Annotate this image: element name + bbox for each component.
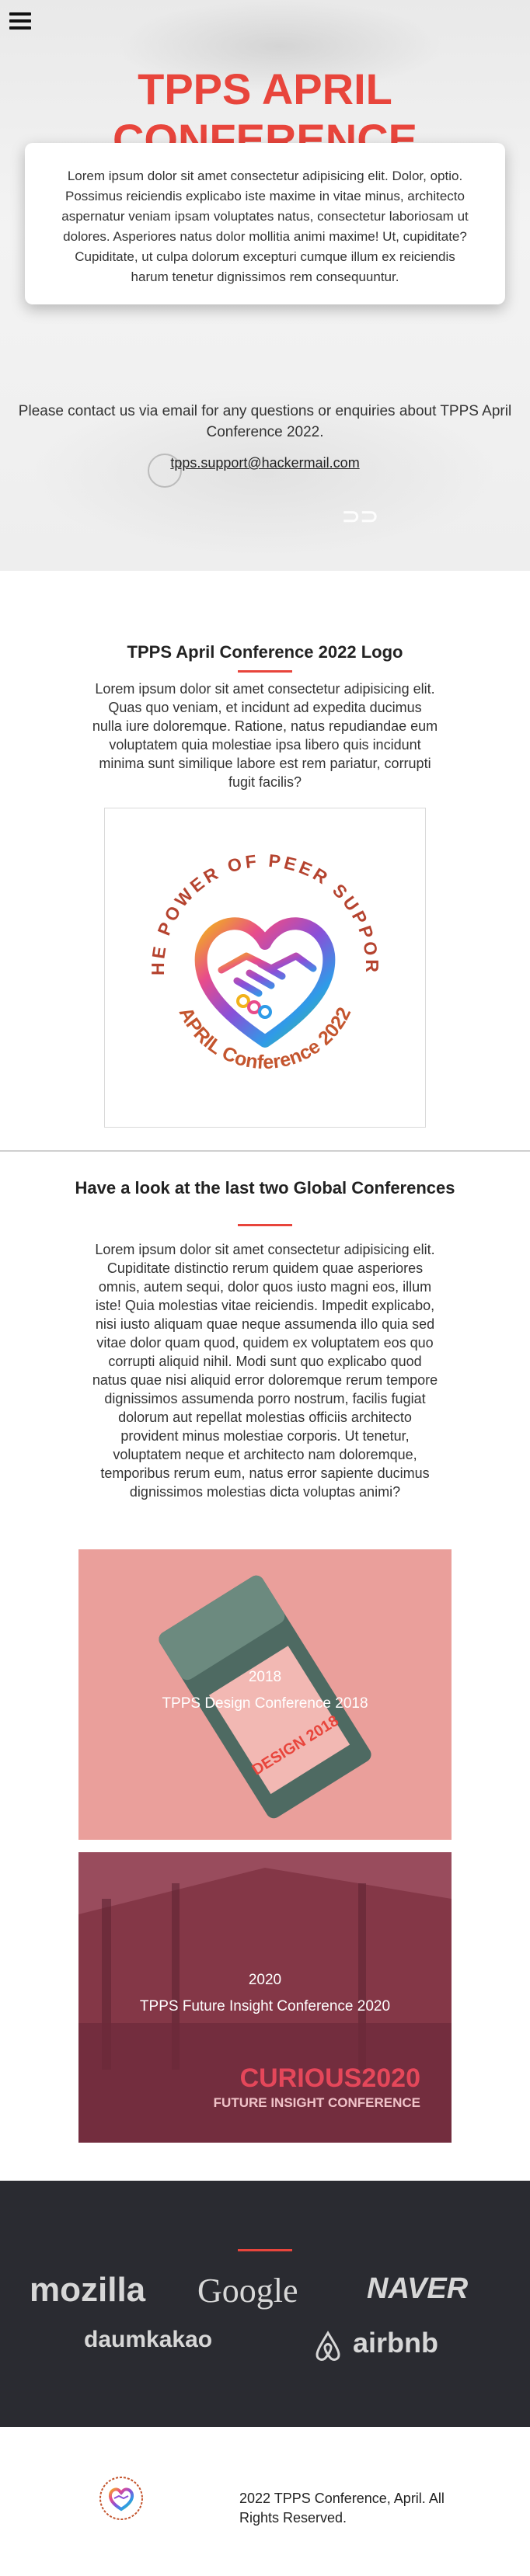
handshake-icon: [218, 952, 317, 997]
partner-logo-google: Google: [197, 2272, 298, 2310]
logo-section: TPPS April Conference 2022 Logo Lorem ip…: [0, 571, 530, 1152]
contact-email-link[interactable]: tpps.support@hackermail.com: [0, 455, 530, 471]
footer-logo-icon: [99, 2477, 143, 2520]
decorative-quote-icon: ⊃⊃: [342, 504, 378, 528]
title-underline: [238, 1224, 292, 1226]
partner-logo-naver: NAVER: [367, 2272, 469, 2305]
partner-logo-mozilla: mozilla: [30, 2271, 146, 2309]
contact-text: Please contact us via email for any ques…: [18, 403, 512, 440]
conference-2018-poster-image: DESIGN 2018: [78, 1549, 452, 1840]
conference-year: 2020: [248, 1972, 282, 1988]
conference-logo-image: THE POWER OF PEER SUPPORT APRIL Conferen…: [98, 792, 382, 1073]
partner-logo-airbnb: airbnb: [353, 2327, 439, 2359]
conference-name: TPPS Future Insight Conference 2020: [139, 1998, 391, 2015]
conferences-text: Lorem ipsum dolor sit amet consectetur a…: [92, 1242, 438, 1500]
airbnb-icon: [312, 2330, 343, 2366]
conference-card-2020[interactable]: CURIOUS2020 FUTURE INSIGHT CONFERENCE 20…: [78, 1852, 452, 2143]
logo-arc-top-text: THE POWER OF PEER SUPPORT: [98, 792, 379, 975]
conference-name: TPPS Design Conference 2018: [162, 1695, 368, 1712]
poster-2020-subtitle: FUTURE INSIGHT CONFERENCE: [214, 2095, 420, 2110]
logo-section-title: TPPS April Conference 2022 Logo: [127, 642, 403, 662]
conference-year: 2018: [248, 1669, 282, 1685]
logo-section-text: Lorem ipsum dolor sit amet consectetur a…: [92, 681, 438, 790]
intro-text: Lorem ipsum dolor sit amet consectetur a…: [61, 169, 469, 284]
title-underline: [238, 670, 292, 673]
hero-section: TPPS APRIL CONFERENCE Lorem ipsum dolor …: [0, 0, 530, 571]
conference-card-2018[interactable]: DESIGN 2018 2018 TPPS Design Conference …: [78, 1549, 452, 1840]
svg-text:THE POWER OF PEER SUPPORT: THE POWER OF PEER SUPPORT: [105, 808, 382, 975]
conferences-title: Have a look at the last two Global Confe…: [75, 1178, 455, 1198]
partner-logo-daumkakao: daumkakao: [84, 2327, 213, 2352]
conference-logo-frame: THE POWER OF PEER SUPPORT APRIL Conferen…: [98, 792, 426, 1128]
poster-2020-title: CURIOUS2020: [240, 2063, 420, 2093]
title-underline: [238, 2249, 292, 2251]
conference-2020-photo-image: CURIOUS2020 FUTURE INSIGHT CONFERENCE: [78, 1852, 452, 2143]
partners-section: mozilla Google NAVER daumkakao airbnb: [0, 2181, 530, 2427]
copyright-text: 2022 TPPS Conference, April. All Rights …: [239, 2491, 445, 2526]
intro-card: Lorem ipsum dolor sit amet consectetur a…: [25, 143, 505, 304]
hamburger-menu-icon[interactable]: [9, 12, 31, 30]
footer: 2022 TPPS Conference, April. All Rights …: [0, 2427, 530, 2576]
conferences-section: Have a look at the last two Global Confe…: [0, 1152, 530, 2181]
